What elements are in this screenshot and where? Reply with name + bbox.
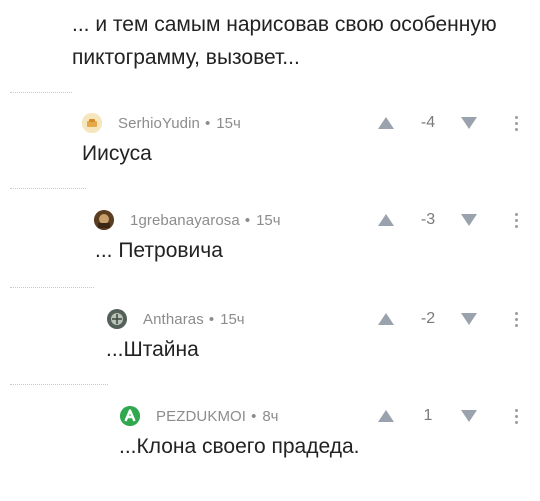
comment-author[interactable]: SerhioYudin (118, 115, 200, 132)
comment-body: ... Петровича (95, 239, 223, 262)
comment-author[interactable]: PEZDUKMOI (156, 408, 246, 425)
upvote-arrow-icon (378, 117, 394, 129)
comment-author[interactable]: Antharas (143, 311, 204, 328)
avatar-image-icon (94, 210, 114, 230)
downvote-button[interactable] (456, 405, 482, 427)
thread-separator (10, 92, 72, 93)
comment-item: PEZDUKMOI • 8ч 1 ...Клона своего прадеда… (0, 405, 540, 501)
upvote-arrow-icon (378, 410, 394, 422)
comment-item: SerhioYudin • 15ч -4 Иисуса (0, 112, 540, 208)
comment-menu-button[interactable] (506, 209, 526, 231)
comment-item: Antharas • 15ч -2 ...Штайна (0, 308, 540, 404)
avatar[interactable] (94, 210, 114, 230)
downvote-button[interactable] (456, 112, 482, 134)
downvote-button[interactable] (456, 209, 482, 231)
downvote-button[interactable] (456, 308, 482, 330)
downvote-arrow-icon (461, 313, 477, 325)
meta-separator: • (244, 211, 251, 229)
meta-separator: • (251, 407, 257, 425)
parent-comment-text: ... и тем самым нарисовав свою особенную… (72, 13, 497, 69)
avatar-image-icon (107, 309, 127, 329)
more-vertical-icon (514, 311, 518, 327)
more-vertical-icon (514, 115, 518, 131)
comment-menu-button[interactable] (506, 112, 526, 134)
meta-separator: • (205, 114, 211, 132)
upvote-button[interactable] (375, 405, 397, 427)
avatar[interactable] (82, 113, 102, 133)
avatar[interactable] (107, 309, 127, 329)
more-vertical-icon (514, 212, 518, 228)
comment-author[interactable]: 1grebanayarosa (130, 212, 240, 229)
meta-separator: • (208, 310, 215, 328)
upvote-arrow-icon (378, 313, 394, 325)
comment-score: -2 (420, 310, 436, 327)
avatar[interactable] (120, 406, 140, 426)
comment-menu-button[interactable] (506, 308, 526, 330)
comment-menu-button[interactable] (506, 405, 526, 427)
upvote-button[interactable] (375, 112, 397, 134)
comment-time: 8ч (262, 407, 279, 425)
comment-item: 1grebanayarosa • 15ч -3 ... Петровича (0, 209, 540, 305)
avatar-image-icon (82, 113, 102, 133)
downvote-arrow-icon (461, 117, 477, 129)
more-vertical-icon (514, 408, 518, 424)
comment-score: -4 (420, 114, 436, 131)
avatar-letter-a-icon (120, 406, 140, 426)
comment-score: -3 (420, 211, 436, 228)
upvote-arrow-icon (378, 214, 394, 226)
comment-body: ...Штайна (106, 338, 199, 361)
upvote-button[interactable] (375, 308, 397, 330)
downvote-arrow-icon (461, 214, 477, 226)
comment-body: Иисуса (82, 142, 152, 165)
comment-time: 15ч (220, 310, 245, 328)
comment-time: 15ч (256, 211, 281, 229)
upvote-button[interactable] (375, 209, 397, 231)
comment-score: 1 (423, 407, 433, 424)
comment-body: ...Клона своего прадеда. (119, 435, 360, 458)
downvote-arrow-icon (461, 410, 477, 422)
comment-time: 15ч (216, 114, 241, 132)
